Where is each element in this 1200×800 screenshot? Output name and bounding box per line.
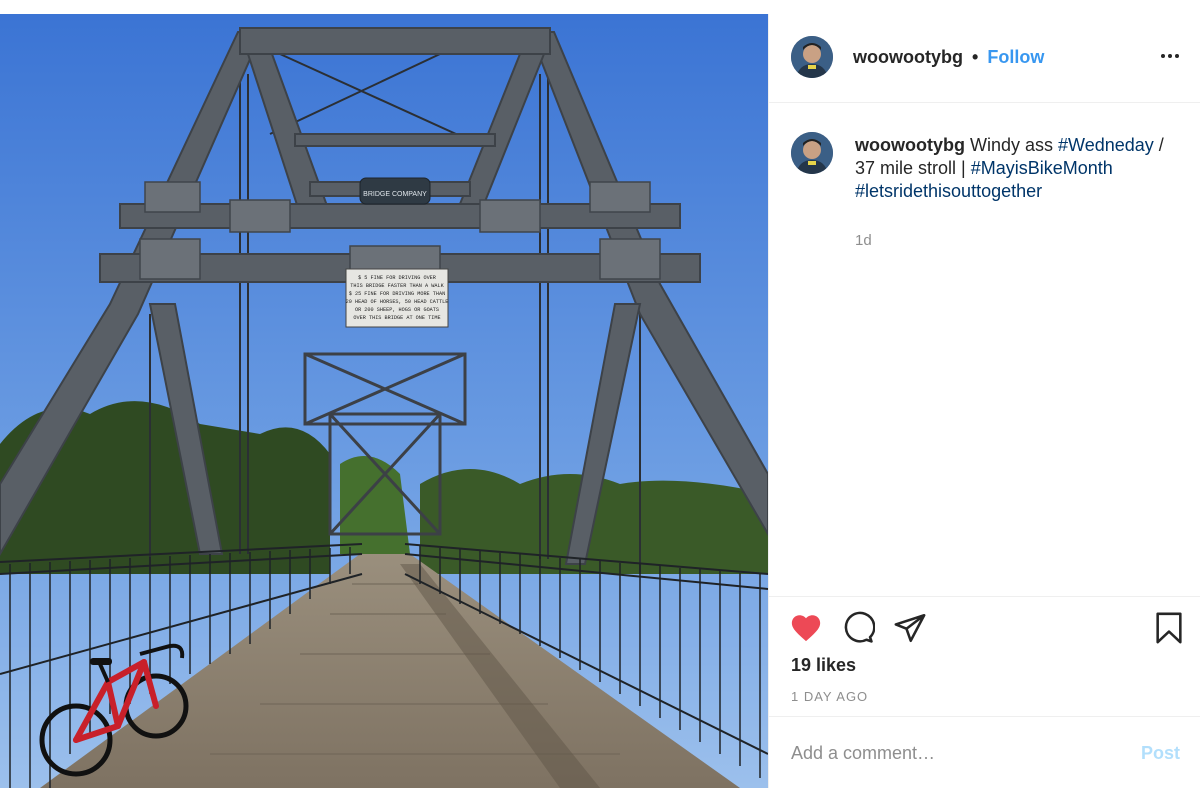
hashtag-wedneday[interactable]: #Wedneday [1058, 135, 1154, 155]
more-options-button[interactable] [1158, 44, 1182, 68]
hashtag-mayisbikemonth[interactable]: #MayisBikeMonth [971, 158, 1113, 178]
likes-count[interactable]: 19 likes [791, 655, 856, 676]
heart-icon [791, 615, 821, 642]
follow-button[interactable]: Follow [987, 47, 1044, 67]
header-username-line: woowootybg • Follow [853, 47, 1044, 68]
bookmark-icon [1156, 612, 1182, 644]
caption-avatar[interactable] [791, 132, 833, 174]
caption-text: woowootybg Windy ass #Wedneday / 37 mile… [855, 134, 1185, 203]
post-header: woowootybg • Follow [769, 14, 1200, 103]
caption-username[interactable]: woowootybg [855, 135, 965, 155]
save-button[interactable] [1152, 611, 1186, 645]
share-button[interactable] [893, 611, 927, 645]
hashtag-letsridethisouttogether[interactable]: #letsridethisouttogether [855, 181, 1042, 201]
sign-line-2: THIS BRIDGE FASTER THAN A WALK [350, 283, 444, 289]
comment-icon [844, 611, 875, 643]
sign-line-1: $ 5 FINE FOR DRIVING OVER [358, 275, 436, 281]
sign-line-5: OR 200 SHEEP, HOGS OR GOATS [355, 307, 439, 313]
post-photo[interactable]: BRIDGE COMPANY $ 5 FINE FOR DRIVING OVER… [0, 14, 768, 788]
avatar[interactable] [791, 36, 833, 78]
caption-text-1: Windy ass [964, 135, 1059, 155]
plaque-text: BRIDGE COMPANY [363, 191, 427, 198]
sign-line-4: 20 HEAD OF HORSES, 50 HEAD CATTLE [346, 299, 449, 305]
username-link[interactable]: woowootybg [853, 47, 963, 67]
caption-age: 1d [855, 232, 872, 249]
comment-button[interactable] [841, 611, 875, 645]
like-button[interactable] [789, 611, 823, 645]
bridge-photo: BRIDGE COMPANY $ 5 FINE FOR DRIVING OVER… [0, 14, 768, 788]
paper-plane-icon [894, 613, 926, 643]
post-side-panel: woowootybg • Follow woowootybg Windy ass… [768, 14, 1200, 788]
separator-dot: • [972, 47, 979, 67]
sign-line-6: OVER THIS BRIDGE AT ONE TIME [353, 315, 440, 321]
comment-bar: Post [769, 716, 1200, 789]
post-actions: 19 likes 1 DAY AGO [769, 596, 1200, 717]
post-timestamp: 1 DAY AGO [791, 689, 869, 704]
post-comment-button[interactable]: Post [1141, 743, 1180, 764]
comment-input[interactable] [791, 737, 1111, 769]
more-horizontal-icon [1161, 54, 1165, 58]
sign-line-3: $ 25 FINE FOR DRIVING MORE THAN [349, 291, 446, 297]
